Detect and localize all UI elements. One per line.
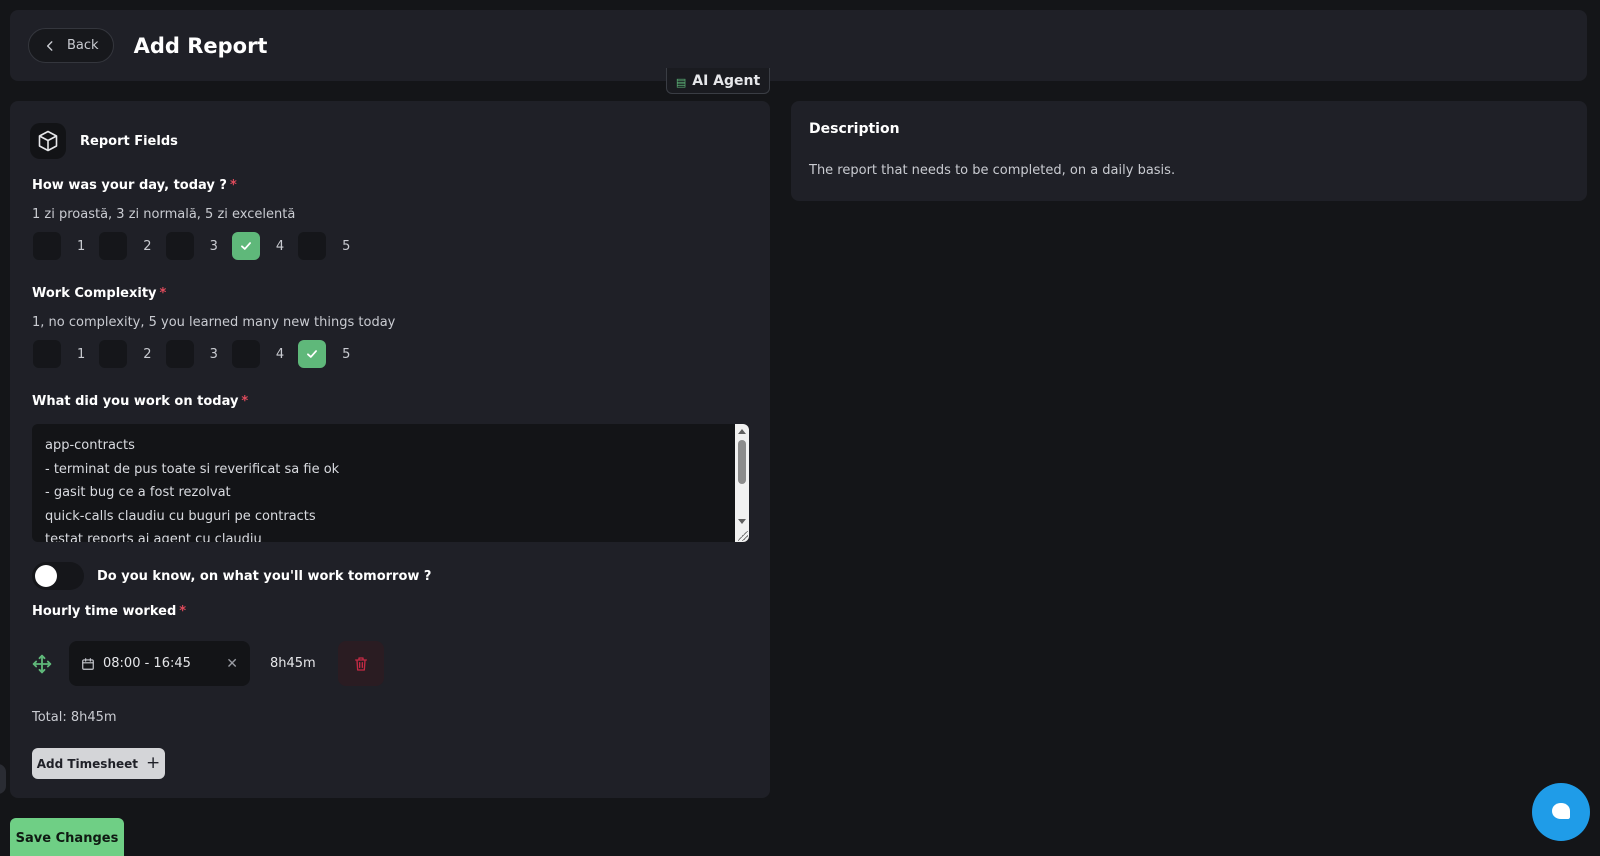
- timesheet-duration: 8h45m: [270, 656, 316, 671]
- ai-agent-icon: ▤: [675, 76, 687, 89]
- rating-option[interactable]: 1: [33, 340, 85, 368]
- description-card: Description The report that needs to be …: [791, 101, 1587, 201]
- back-button[interactable]: Back: [28, 28, 114, 63]
- toggle-knob: [35, 565, 57, 587]
- rating-number: 3: [209, 346, 218, 362]
- tomorrow-toggle-row: Do you know, on what you'll work tomorro…: [32, 562, 431, 590]
- rating-number: 5: [342, 346, 351, 362]
- description-title: Description: [809, 121, 900, 137]
- work-today-textarea[interactable]: app-contracts - terminat de pus toate si…: [32, 424, 749, 542]
- time-range-value: 08:00 - 16:45: [103, 656, 191, 671]
- rating-number: 5: [342, 238, 351, 254]
- hourly-time-label: Hourly time worked *: [32, 604, 186, 619]
- cube-icon: [38, 130, 58, 152]
- timesheet-row: 08:00 - 16:45 ✕ 8h45m: [32, 641, 384, 686]
- chat-button[interactable]: [1532, 783, 1590, 841]
- check-icon: [307, 350, 318, 358]
- rating-checkbox[interactable]: [33, 340, 61, 368]
- scroll-down-icon[interactable]: [738, 519, 746, 524]
- work-today-label: What did you work on today *: [32, 394, 248, 409]
- report-fields-header: Report Fields: [30, 123, 178, 159]
- rating-checkbox[interactable]: [165, 340, 194, 368]
- required-mark: *: [179, 604, 187, 619]
- chevron-left-icon: [46, 40, 53, 51]
- section-title: Report Fields: [80, 133, 178, 149]
- clear-icon[interactable]: ✕: [226, 656, 238, 672]
- work-complexity-label-text: Work Complexity: [32, 286, 157, 301]
- required-mark: *: [159, 286, 167, 301]
- rating-number: 1: [77, 238, 86, 254]
- rating-number: 1: [77, 346, 86, 362]
- rating-checkbox[interactable]: [298, 232, 327, 260]
- time-range-input[interactable]: 08:00 - 16:45 ✕: [69, 641, 250, 686]
- work-today-text: app-contracts - terminat de pus toate si…: [45, 438, 340, 542]
- save-changes-label: Save Changes: [15, 831, 119, 846]
- sidebar-edge-handle[interactable]: [0, 764, 6, 794]
- required-mark: *: [229, 178, 237, 193]
- rating-option[interactable]: 3: [165, 232, 218, 260]
- page-title: Add Report: [133, 33, 268, 58]
- rating-checkbox[interactable]: [99, 340, 128, 368]
- rating-number: 4: [275, 238, 285, 254]
- add-timesheet-button[interactable]: Add Timesheet +: [32, 748, 165, 779]
- report-fields-card: Report Fields How was your day, today ? *…: [10, 101, 770, 798]
- page-header: Back Add Report: [10, 10, 1587, 81]
- save-changes-button[interactable]: Save Changes: [10, 818, 124, 856]
- rating-option[interactable]: 3: [165, 340, 218, 368]
- rating-checkbox[interactable]: [298, 340, 327, 368]
- tomorrow-toggle-label: Do you know, on what you'll work tomorro…: [97, 568, 432, 584]
- rating-option[interactable]: 2: [99, 340, 152, 368]
- scroll-thumb[interactable]: [738, 440, 746, 484]
- textarea-scrollbar[interactable]: [735, 424, 749, 542]
- work-complexity-options: 1 2 3 4 5: [33, 340, 364, 368]
- rating-option[interactable]: 1: [33, 232, 85, 260]
- rating-option[interactable]: 2: [99, 232, 152, 260]
- cube-icon-box: [30, 123, 66, 159]
- resize-handle[interactable]: [738, 531, 748, 541]
- rating-checkbox[interactable]: [165, 232, 194, 260]
- rating-number: 2: [143, 238, 152, 254]
- required-mark: *: [241, 394, 249, 409]
- ai-agent-button[interactable]: ▤ AI Agent: [666, 68, 770, 94]
- trash-icon: [354, 656, 367, 671]
- work-today-label-text: What did you work on today: [32, 394, 239, 409]
- hourly-time-label-text: Hourly time worked: [32, 604, 177, 619]
- move-icon[interactable]: [32, 654, 52, 674]
- calendar-icon: [82, 657, 94, 670]
- day-rating-label: How was your day, today ? *: [32, 178, 237, 193]
- rating-option[interactable]: 5: [298, 340, 350, 368]
- check-icon: [240, 242, 251, 250]
- plus-icon: +: [146, 753, 161, 773]
- ai-agent-label: AI Agent: [692, 73, 761, 89]
- rating-checkbox[interactable]: [33, 232, 61, 260]
- day-rating-help: 1 zi proastă, 3 zi normală, 5 zi excelen…: [32, 207, 296, 222]
- tomorrow-toggle[interactable]: [32, 562, 84, 590]
- rating-checkbox[interactable]: [231, 340, 260, 368]
- description-text: The report that needs to be completed, o…: [809, 163, 1176, 178]
- add-timesheet-label: Add Timesheet: [36, 756, 139, 771]
- back-button-label: Back: [67, 38, 99, 53]
- total-time: Total: 8h45m: [32, 710, 117, 725]
- day-rating-options: 1 2 3 4 5: [33, 232, 364, 260]
- rating-checkbox[interactable]: [231, 232, 260, 260]
- rating-number: 3: [209, 238, 218, 254]
- rating-number: 2: [143, 346, 152, 362]
- rating-option[interactable]: 4: [231, 340, 285, 368]
- chat-bubble-icon: [1552, 803, 1570, 819]
- work-complexity-label: Work Complexity *: [32, 286, 166, 301]
- rating-option[interactable]: 4: [231, 232, 285, 260]
- rating-option[interactable]: 5: [298, 232, 350, 260]
- scroll-up-icon[interactable]: [738, 429, 746, 434]
- day-rating-label-text: How was your day, today ?: [32, 178, 227, 193]
- rating-number: 4: [275, 346, 285, 362]
- rating-checkbox[interactable]: [99, 232, 128, 260]
- work-complexity-help: 1, no complexity, 5 you learned many new…: [32, 315, 396, 330]
- delete-timesheet-button[interactable]: [337, 641, 384, 686]
